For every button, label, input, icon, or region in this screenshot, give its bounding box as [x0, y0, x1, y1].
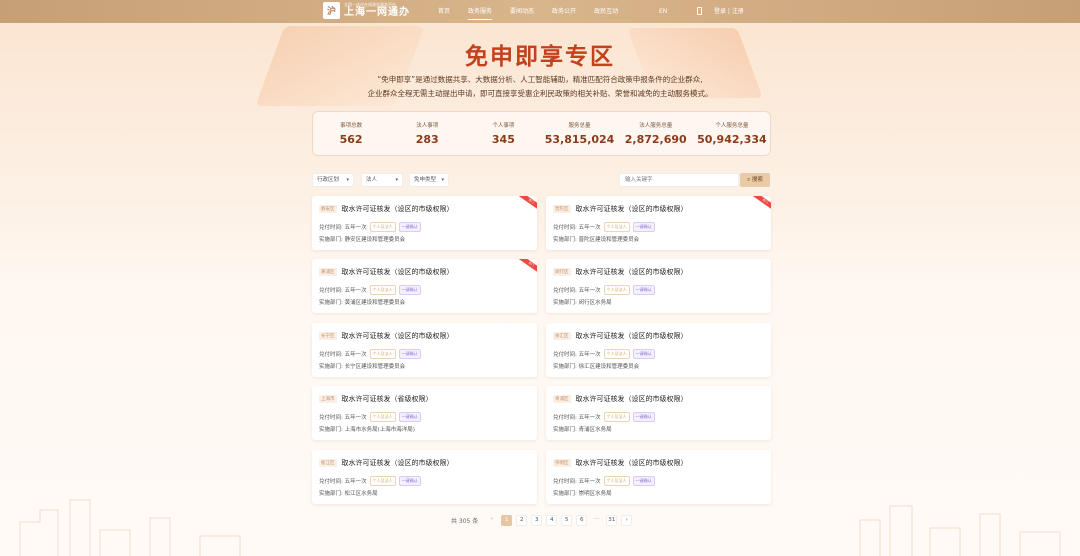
- nav-item-services[interactable]: 政务服务: [468, 0, 493, 23]
- department-row: 实施部门: 上海市水务局(上海市海洋局): [319, 427, 415, 433]
- hot-ribbon: 热门: [517, 196, 537, 213]
- confirm-pill: 一键确认: [632, 285, 655, 295]
- item-card[interactable]: 长宁区 取水许可证核发（设区的市级权限） 兑付时间: 五年一次 个人及法人 一键确认实施…: [312, 323, 537, 377]
- item-title[interactable]: 取水许可证核发（设区的市级权限）: [576, 458, 688, 468]
- payout-time-row: 兑付时间: 五年一次 个人及法人 一键确认: [319, 412, 421, 422]
- payout-time-row: 兑付时间: 五年一次 个人及法人 一键确认: [553, 412, 655, 422]
- area-tag: 黄浦区: [319, 268, 337, 276]
- department-row: 实施部门: 普陀区建设和管理委员会: [553, 237, 640, 243]
- chevron-down-icon: ▾: [395, 177, 398, 183]
- item-card[interactable]: 青浦区 取水许可证核发（设区的市级权限） 兑付时间: 五年一次 个人及法人 一键确认实施…: [546, 386, 771, 440]
- stat-total-items: 事项总数 562: [339, 123, 363, 146]
- item-title[interactable]: 取水许可证核发（设区的市级权限）: [576, 394, 688, 404]
- area-tag: 普陀区: [553, 205, 571, 213]
- area-tag: 闵行区: [553, 268, 571, 276]
- department-row: 实施部门: 青浦区水务局: [553, 427, 612, 433]
- page-description-line-2: 企业群众全程无需主动提出申请，即可直接享受惠企利民政策的相关补贴、荣誉和减免的主…: [367, 89, 713, 98]
- hot-ribbon: 热门: [517, 259, 537, 276]
- stat-personal-service-total: 个人服务总量 50,942,334: [697, 123, 767, 146]
- site-logo[interactable]: 沪 全国一体化在线政务服务平台 上海一网通办: [323, 2, 410, 19]
- item-title[interactable]: 取水许可证核发（设区的市级权限）: [576, 204, 688, 214]
- payout-time-row: 兑付时间: 五年一次 个人及法人 一键确认: [553, 349, 655, 359]
- item-card[interactable]: 普陀区 取水许可证核发（设区的市级权限） 兑付时间: 五年一次 个人及法人 一键确认实施…: [546, 196, 771, 250]
- login-register-link[interactable]: 登录 | 注册: [714, 0, 744, 23]
- type-select[interactable]: 免申类型 ▾: [409, 173, 449, 187]
- payout-time-row: 兑付时间: 五年一次 个人及法人 一键确认: [319, 349, 421, 359]
- item-title[interactable]: 取水许可证核发（设区的市级权限）: [576, 331, 688, 341]
- department-row: 实施部门: 长宁区建设和管理委员会: [319, 364, 406, 370]
- payout-time-row: 兑付时间: 五年一次 个人及法人 一键确认: [553, 222, 655, 232]
- chevron-down-icon: ▾: [346, 177, 349, 183]
- stat-service-total: 服务总量 53,815,024: [544, 123, 615, 146]
- item-title[interactable]: 取水许可证核发（省级权限）: [342, 394, 433, 404]
- confirm-pill: 一键确认: [398, 285, 421, 295]
- area-tag: 崇明区: [553, 459, 571, 467]
- region-select[interactable]: 行政区划 ▾: [312, 173, 354, 187]
- item-card[interactable]: 黄浦区 取水许可证核发（设区的市级权限） 兑付时间: 五年一次 个人及法人 一键确认实施…: [312, 259, 537, 313]
- page-title: 免申即享专区: [465, 44, 615, 70]
- item-card[interactable]: 静安区 取水许可证核发（设区的市级权限） 兑付时间: 五年一次 个人及法人 一键确认实施…: [312, 196, 537, 250]
- confirm-pill: 一键确认: [632, 412, 655, 422]
- confirm-pill: 一键确认: [632, 222, 655, 232]
- confirm-pill: 一键确认: [398, 222, 421, 232]
- logo-title: 上海一网通办: [344, 7, 410, 18]
- item-card[interactable]: 闵行区 取水许可证核发（设区的市级权限） 兑付时间: 五年一次 个人及法人 一键确认实施…: [546, 259, 771, 313]
- logo-subtitle: 全国一体化在线政务服务平台: [344, 2, 396, 7]
- logo-emblem-icon: 沪: [323, 2, 340, 19]
- stat-personal-items: 个人事项 345: [491, 123, 515, 146]
- item-title[interactable]: 取水许可证核发（设区的市级权限）: [576, 267, 688, 277]
- skyline-illustration: [19, 499, 1061, 556]
- item-title[interactable]: 取水许可证核发（设区的市级权限）: [342, 267, 454, 277]
- item-title[interactable]: 取水许可证核发（设区的市级权限）: [342, 204, 454, 214]
- area-tag: 静安区: [319, 205, 337, 213]
- area-tag: 青浦区: [553, 395, 571, 403]
- subject-pill: 个人及法人: [603, 412, 630, 422]
- hot-ribbon: 热门: [751, 196, 771, 213]
- confirm-pill: 一键确认: [398, 412, 421, 422]
- confirm-pill: 一键确认: [398, 349, 421, 359]
- search-button[interactable]: ⌕ 搜索: [740, 173, 770, 187]
- area-tag: 徐汇区: [553, 332, 571, 340]
- payout-time-row: 兑付时间: 五年一次 个人及法人 一键确认: [319, 222, 421, 232]
- subject-pill: 个人及法人: [369, 349, 396, 359]
- department-row: 实施部门: 闵行区水务局: [553, 300, 612, 306]
- area-tag: 长宁区: [319, 332, 337, 340]
- nav-item-interaction[interactable]: 政民互动: [594, 0, 618, 23]
- area-tag: 上海市: [319, 395, 337, 403]
- nav-item-news[interactable]: 要闻动态: [510, 0, 534, 23]
- area-tag: 松江区: [319, 459, 337, 467]
- subject-pill: 个人及法人: [369, 222, 396, 232]
- top-nav-bar: 沪 全国一体化在线政务服务平台 上海一网通办 首页 政务服务 要闻动态 政务公开…: [0, 0, 1080, 23]
- item-title[interactable]: 取水许可证核发（设区的市级权限）: [342, 331, 454, 341]
- payout-time-row: 兑付时间: 五年一次 个人及法人 一键确认: [319, 285, 421, 295]
- subject-pill: 个人及法人: [603, 349, 630, 359]
- department-row: 实施部门: 徐汇区建设和管理委员会: [553, 364, 640, 370]
- mobile-icon[interactable]: [697, 7, 702, 15]
- subject-pill: 个人及法人: [369, 285, 396, 295]
- department-row: 实施部门: 静安区建设和管理委员会: [319, 237, 406, 243]
- department-row: 实施部门: 黄浦区建设和管理委员会: [319, 300, 406, 306]
- confirm-pill: 一键确认: [632, 349, 655, 359]
- page-description-line-1: “免申即享”是通过数据共享、大数据分析、人工智能辅助，精准匹配符合政策申报条件的…: [377, 75, 703, 84]
- subject-pill: 个人及法人: [603, 285, 630, 295]
- payout-time-row: 兑付时间: 五年一次 个人及法人 一键确认: [553, 285, 655, 295]
- item-card[interactable]: 上海市 取水许可证核发（省级权限） 兑付时间: 五年一次 个人及法人 一键确认实施部门:…: [312, 386, 537, 440]
- item-card[interactable]: 徐汇区 取水许可证核发（设区的市级权限） 兑付时间: 五年一次 个人及法人 一键确认实施…: [546, 323, 771, 377]
- subject-pill: 个人及法人: [369, 412, 396, 422]
- stat-legal-items: 法人事项 283: [415, 123, 439, 146]
- stats-panel: 事项总数 562 法人事项 283 个人事项 345 服务总量 53,815,0…: [312, 111, 771, 156]
- nav-item-home[interactable]: 首页: [438, 0, 450, 23]
- language-switch[interactable]: EN: [659, 0, 667, 23]
- subject-pill: 个人及法人: [603, 222, 630, 232]
- search-input[interactable]: 输入关键字: [619, 173, 739, 187]
- stat-legal-service-total: 法人服务总量 2,872,690: [624, 123, 687, 146]
- chevron-down-icon: ▾: [441, 177, 444, 183]
- item-title[interactable]: 取水许可证核发（设区的市级权限）: [342, 458, 454, 468]
- nav-item-public[interactable]: 政务公开: [552, 0, 576, 23]
- subject-select[interactable]: 法人 ▾: [361, 173, 403, 187]
- main-nav: 首页 政务服务 要闻动态 政务公开 政民互动: [438, 0, 636, 23]
